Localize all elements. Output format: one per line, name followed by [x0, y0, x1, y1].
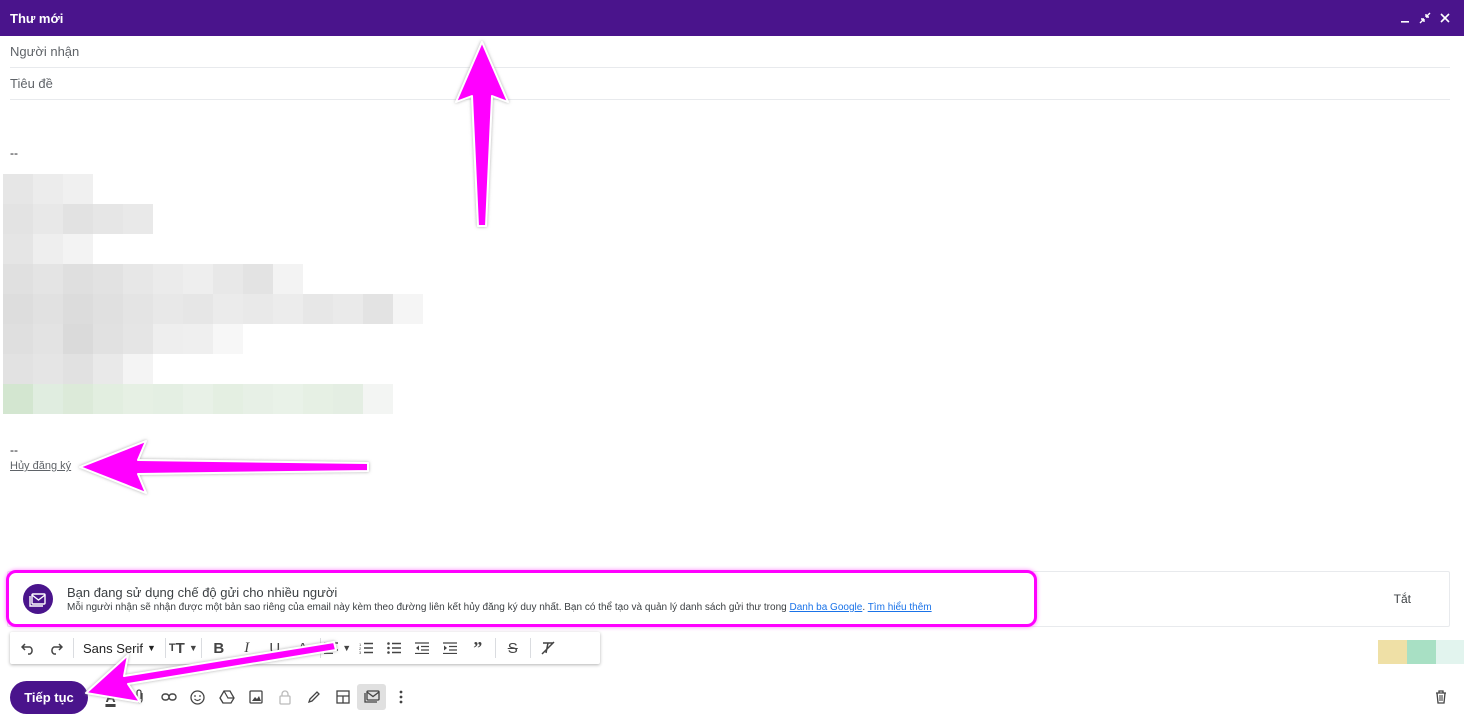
banner-annotation-highlight	[6, 570, 1037, 627]
toolbar-divider	[319, 638, 321, 658]
font-family-value: Sans Serif	[83, 640, 143, 656]
chevron-down-icon: ▼	[146, 643, 156, 653]
exit-fullscreen-icon[interactable]	[1416, 9, 1434, 27]
photo-icon[interactable]	[241, 684, 270, 710]
underline-icon[interactable]: U	[261, 635, 289, 661]
formatting-icon[interactable]: A	[96, 684, 125, 710]
attach-icon[interactable]	[125, 684, 154, 710]
subject-field[interactable]: Tiêu đề	[10, 68, 1450, 100]
toolbar-divider	[529, 638, 531, 658]
quote-icon[interactable]: ”	[464, 635, 492, 661]
layout-icon[interactable]	[328, 684, 357, 710]
unsubscribe-link[interactable]: Hủy đăng ký	[10, 460, 71, 472]
turn-off-button[interactable]: Tắt	[1394, 592, 1411, 606]
link-icon[interactable]	[154, 684, 183, 710]
numbered-list-icon[interactable]: 123	[352, 635, 380, 661]
multi-send-icon[interactable]	[357, 684, 386, 710]
indent-less-icon[interactable]	[408, 635, 436, 661]
compose-title-bar[interactable]: Thư mới	[0, 0, 1464, 36]
compose-title: Thư mới	[10, 10, 64, 26]
signature-separator: --	[10, 146, 18, 160]
emoji-icon[interactable]	[183, 684, 212, 710]
bold-icon[interactable]: B	[205, 635, 233, 661]
undo-icon[interactable]	[14, 635, 42, 661]
italic-icon[interactable]: I	[233, 635, 261, 661]
align-icon[interactable]: ▼	[324, 635, 352, 661]
strikethrough-icon[interactable]: S	[499, 635, 527, 661]
font-family-select[interactable]: Sans Serif ▼	[77, 635, 162, 661]
recipients-field[interactable]: Người nhận	[10, 36, 1450, 68]
svg-text:3: 3	[359, 650, 362, 654]
recipients-placeholder: Người nhận	[10, 44, 80, 59]
confidential-icon[interactable]	[270, 684, 299, 710]
annotation-arrow-left	[79, 440, 369, 494]
close-icon[interactable]	[1436, 9, 1454, 27]
toolbar-divider	[200, 638, 202, 658]
subject-placeholder: Tiêu đề	[10, 76, 53, 91]
trash-icon[interactable]	[1428, 684, 1454, 710]
blurred-color-swatches	[1378, 640, 1464, 664]
toolbar-divider	[494, 638, 496, 658]
indent-more-icon[interactable]	[436, 635, 464, 661]
font-size-icon[interactable]: T T ▼	[169, 635, 198, 661]
drive-icon[interactable]	[212, 684, 241, 710]
bulleted-list-icon[interactable]	[380, 635, 408, 661]
pixelated-signature-image	[3, 174, 423, 414]
continue-button[interactable]: Tiếp tục	[10, 681, 88, 714]
redo-icon[interactable]	[42, 635, 70, 661]
minimize-icon[interactable]	[1396, 9, 1414, 27]
text-color-icon[interactable]: A	[289, 635, 317, 661]
bottom-action-icons: A	[96, 684, 415, 710]
signature-separator-2: --	[10, 443, 18, 457]
toolbar-divider	[73, 638, 74, 658]
toolbar-divider	[164, 638, 166, 658]
signature-icon[interactable]	[299, 684, 328, 710]
formatting-toolbar: Sans Serif ▼ T T ▼ B I U A ▼ 123 ” S	[10, 632, 600, 664]
more-options-icon[interactable]	[386, 684, 415, 710]
remove-formatting-icon[interactable]	[534, 635, 562, 661]
